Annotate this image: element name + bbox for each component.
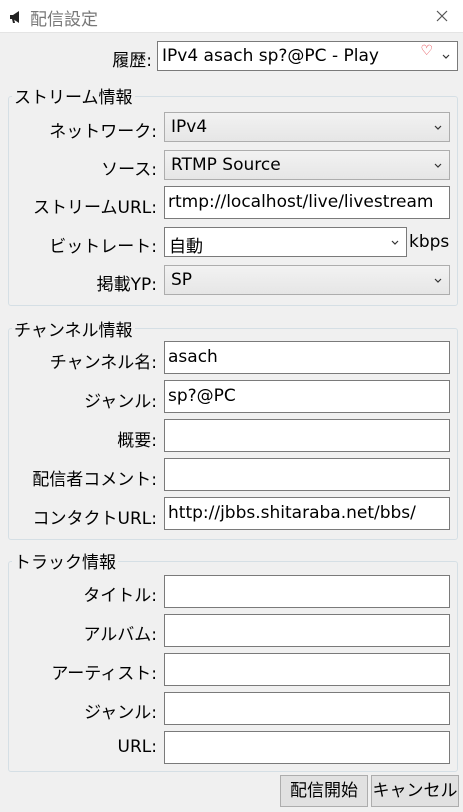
- channel-group-title: チャンネル情報: [12, 316, 135, 341]
- chevron-down-icon: [391, 240, 399, 245]
- chevron-down-icon: [442, 54, 450, 59]
- chevron-down-icon: [434, 125, 442, 130]
- contact-url-input[interactable]: http://jbbs.shitaraba.net/bbs/: [164, 497, 450, 530]
- bitrate-value: 自動: [169, 237, 203, 257]
- yp-label: 掲載YP:: [96, 275, 157, 295]
- bitrate-label: ビットレート:: [49, 237, 157, 257]
- chevron-down-icon: [434, 278, 442, 283]
- history-combo[interactable]: IPv4 asach sp?@PC - Play ♡: [157, 41, 458, 71]
- track-title-input[interactable]: [164, 575, 450, 608]
- source-value: RTMP Source: [171, 155, 281, 175]
- contact-url-value: http://jbbs.shitaraba.net/bbs/: [168, 503, 416, 523]
- channel-genre-input[interactable]: sp?@PC: [164, 380, 450, 413]
- network-select[interactable]: IPv4: [164, 112, 450, 142]
- source-label: ソース:: [101, 160, 157, 180]
- track-url-input[interactable]: [164, 731, 450, 764]
- track-genre-label: ジャンル:: [84, 703, 157, 723]
- contact-url-label: コンタクトURL:: [32, 509, 157, 529]
- broadcaster-comment-input[interactable]: [164, 458, 450, 491]
- track-genre-input[interactable]: [164, 692, 450, 725]
- description-input[interactable]: [164, 419, 450, 452]
- channel-name-input[interactable]: asach: [164, 341, 450, 374]
- description-label: 概要:: [117, 431, 157, 451]
- track-group-title: トラック情報: [12, 548, 118, 573]
- yp-select[interactable]: SP: [164, 265, 450, 295]
- bitrate-combo[interactable]: 自動: [164, 227, 407, 257]
- title-bar: 配信設定: [0, 0, 463, 33]
- history-value: IPv4 asach sp?@PC - Play: [162, 46, 379, 66]
- album-label: アルバム:: [83, 625, 157, 645]
- artist-input[interactable]: [164, 653, 450, 686]
- chevron-down-icon: [434, 163, 442, 168]
- history-label: 履歴:: [112, 51, 152, 71]
- window-title: 配信設定: [30, 10, 98, 30]
- heart-icon: ♡: [420, 43, 433, 59]
- start-broadcast-button[interactable]: 配信開始: [280, 775, 368, 807]
- stream-url-value: rtmp://localhost/live/livestream: [168, 192, 434, 212]
- channel-name-label: チャンネル名:: [49, 353, 157, 373]
- stream-group-title: ストリーム情報: [12, 83, 135, 108]
- stream-url-input[interactable]: rtmp://localhost/live/livestream: [164, 186, 450, 219]
- channel-genre-label: ジャンル:: [84, 392, 157, 412]
- channel-genre-value: sp?@PC: [168, 386, 236, 406]
- album-input[interactable]: [164, 614, 450, 647]
- channel-name-value: asach: [168, 347, 218, 367]
- close-icon[interactable]: [431, 5, 453, 27]
- cancel-button[interactable]: キャンセル: [371, 775, 459, 807]
- artist-label: アーティスト:: [51, 664, 157, 684]
- megaphone-icon: [10, 11, 19, 23]
- network-value: IPv4: [171, 117, 208, 137]
- network-label: ネットワーク:: [49, 122, 157, 142]
- source-select[interactable]: RTMP Source: [164, 150, 450, 180]
- track-url-label: URL:: [117, 737, 157, 757]
- yp-value: SP: [171, 270, 193, 290]
- broadcaster-comment-label: 配信者コメント:: [32, 470, 157, 490]
- track-title-label: タイトル:: [83, 586, 157, 606]
- stream-url-label: ストリームURL:: [33, 198, 157, 218]
- bitrate-unit: kbps: [409, 232, 450, 252]
